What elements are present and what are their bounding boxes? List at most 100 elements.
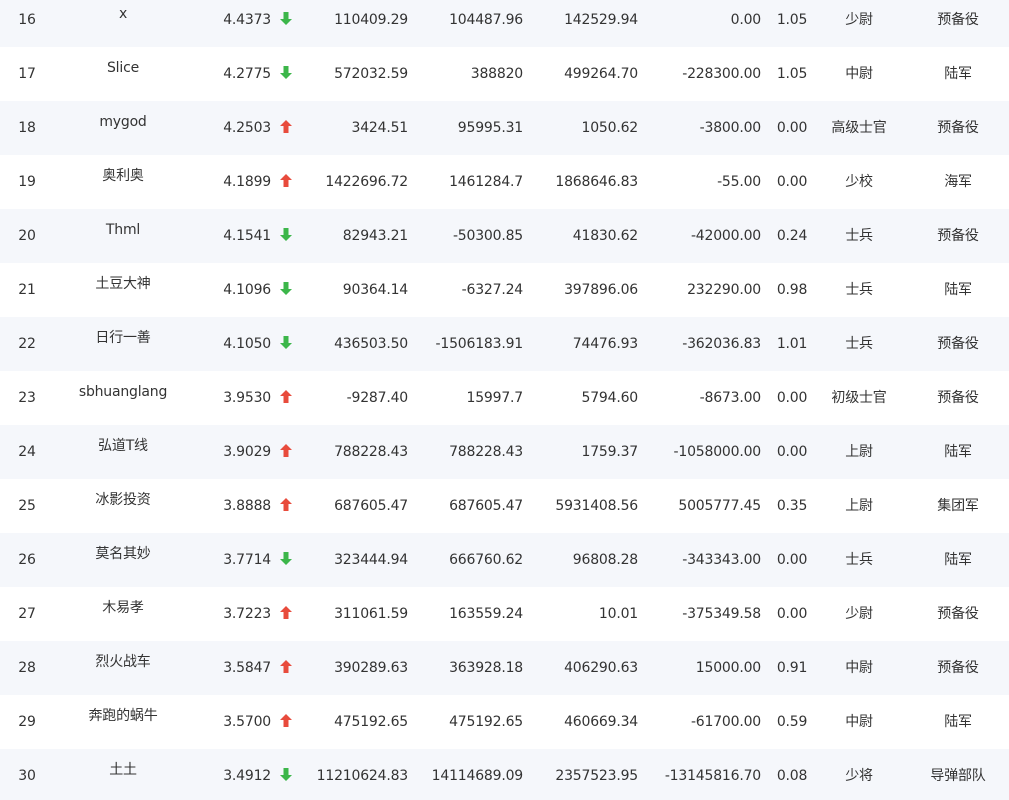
value-1-cell: 323444.94 — [334, 552, 408, 568]
military-rank-cell: 上尉 — [845, 498, 873, 514]
name-cell[interactable]: 冰影投资 — [52, 479, 194, 533]
military-rank-cell: 士兵 — [845, 552, 873, 568]
arrow-down-icon — [279, 47, 293, 101]
name-cell[interactable]: x — [52, 0, 194, 47]
value-2-cell: 1461284.7 — [449, 174, 523, 190]
value-2-cell: -6327.24 — [461, 282, 524, 298]
army-cell: 预备役 — [937, 390, 979, 406]
value-4-cell: -1058000.00 — [673, 444, 762, 460]
arrow-down-icon — [279, 0, 293, 47]
army-cell: 预备役 — [937, 336, 979, 352]
value-1-cell: 572032.59 — [334, 66, 408, 82]
ratio-cell: 0.35 — [776, 498, 808, 514]
value-2-cell: 788228.43 — [449, 444, 523, 460]
value-4-cell: -42000.00 — [690, 228, 761, 244]
ratio-cell: 0.00 — [776, 120, 808, 136]
rank-cell: 27 — [18, 606, 36, 622]
value-3-cell: 5931408.56 — [555, 498, 638, 514]
table-row: 24 弘道T线 3.9029 788228.43 788228.43 1759.37 -10… — [0, 425, 1009, 479]
value-2-cell: 388820 — [470, 66, 523, 82]
value-1-cell: 311061.59 — [334, 606, 408, 622]
name-cell[interactable]: 烈火战车 — [52, 641, 194, 695]
value-4-cell: -55.00 — [717, 174, 761, 190]
value-3-cell: 1759.37 — [581, 444, 639, 460]
name-cell[interactable]: 日行一善 — [52, 317, 194, 371]
ranking-table: 16 x 4.4373 110409.29 104487.96 142529.94 0.00… — [0, 0, 1009, 800]
army-cell: 集团军 — [937, 498, 979, 514]
score-cell: 4.1050 — [223, 336, 271, 352]
value-2-cell: -50300.85 — [452, 228, 523, 244]
military-rank-cell: 中尉 — [845, 66, 873, 82]
name-cell[interactable]: 莫名其妙 — [52, 533, 194, 587]
ratio-cell: 0.00 — [776, 174, 808, 190]
army-cell: 预备役 — [937, 120, 979, 136]
rank-cell: 26 — [18, 552, 36, 568]
rank-cell: 28 — [18, 660, 36, 676]
name-cell[interactable]: 奥利奥 — [52, 155, 194, 209]
ratio-cell: 1.05 — [776, 12, 808, 28]
ratio-cell: 0.91 — [776, 660, 808, 676]
score-cell: 3.4912 — [223, 768, 271, 784]
value-3-cell: 397896.06 — [564, 282, 638, 298]
arrow-down-icon — [279, 533, 293, 587]
table-row: 23 sbhuanglang 3.9530 -9287.40 15997.7 5794.6… — [0, 371, 1009, 425]
name-cell[interactable]: 木易孝 — [52, 587, 194, 641]
army-cell: 陆军 — [944, 552, 972, 568]
value-1-cell: 3424.51 — [351, 120, 409, 136]
arrow-up-icon — [279, 641, 293, 695]
name-cell[interactable]: Slice — [52, 47, 194, 101]
name-cell[interactable]: 弘道T线 — [52, 425, 194, 479]
arrow-up-icon — [279, 695, 293, 749]
value-2-cell: 475192.65 — [449, 714, 523, 730]
rank-cell: 30 — [18, 768, 36, 784]
value-3-cell: 96808.28 — [572, 552, 638, 568]
value-2-cell: 14114689.09 — [431, 768, 524, 784]
rank-cell: 23 — [18, 390, 36, 406]
value-4-cell: 5005777.45 — [678, 498, 761, 514]
name-cell[interactable]: sbhuanglang — [52, 371, 194, 425]
value-3-cell: 142529.94 — [564, 12, 638, 28]
military-rank-cell: 中尉 — [845, 714, 873, 730]
ratio-cell: 0.24 — [776, 228, 808, 244]
value-1-cell: 436503.50 — [334, 336, 408, 352]
rank-cell: 22 — [18, 336, 36, 352]
table-row: 22 日行一善 4.1050 436503.50 -1506183.91 74476.93… — [0, 317, 1009, 371]
value-1-cell: 788228.43 — [334, 444, 408, 460]
score-cell: 4.2775 — [223, 66, 271, 82]
table-row: 30 土土 3.4912 11210624.83 14114689.09 2357523.… — [0, 749, 1009, 800]
score-cell: 3.8888 — [223, 498, 271, 514]
value-2-cell: 666760.62 — [449, 552, 523, 568]
military-rank-cell: 高级士官 — [831, 120, 887, 136]
ratio-cell: 1.05 — [776, 66, 808, 82]
table-row: 26 莫名其妙 3.7714 323444.94 666760.62 96808.28 -3… — [0, 533, 1009, 587]
table-row: 25 冰影投资 3.8888 687605.47 687605.47 5931408.56… — [0, 479, 1009, 533]
value-4-cell: 232290.00 — [687, 282, 761, 298]
rank-cell: 18 — [18, 120, 36, 136]
ratio-cell: 0.00 — [776, 606, 808, 622]
army-cell: 陆军 — [944, 282, 972, 298]
arrow-down-icon — [279, 209, 293, 263]
ratio-cell: 1.01 — [776, 336, 808, 352]
value-3-cell: 5794.60 — [581, 390, 639, 406]
score-cell: 4.4373 — [223, 12, 271, 28]
table-row: 28 烈火战车 3.5847 390289.63 363928.18 406290.63 1… — [0, 641, 1009, 695]
score-cell: 4.2503 — [223, 120, 271, 136]
score-cell: 3.9530 — [223, 390, 271, 406]
value-2-cell: 363928.18 — [449, 660, 523, 676]
army-cell: 预备役 — [937, 228, 979, 244]
value-4-cell: -13145816.70 — [664, 768, 761, 784]
name-cell[interactable]: Thml — [52, 209, 194, 263]
name-cell[interactable]: mygod — [52, 101, 194, 155]
table-row: 29 奔跑的蜗牛 3.5700 475192.65 475192.65 460669.34… — [0, 695, 1009, 749]
rank-cell: 17 — [18, 66, 36, 82]
name-cell[interactable]: 奔跑的蜗牛 — [52, 695, 194, 749]
ratio-cell: 0.59 — [776, 714, 808, 730]
military-rank-cell: 中尉 — [845, 660, 873, 676]
arrow-up-icon — [279, 425, 293, 479]
name-cell[interactable]: 土土 — [52, 749, 194, 800]
name-cell[interactable]: 土豆大神 — [52, 263, 194, 317]
rank-cell: 29 — [18, 714, 36, 730]
army-cell: 陆军 — [944, 714, 972, 730]
value-1-cell: 90364.14 — [342, 282, 408, 298]
value-1-cell: 11210624.83 — [316, 768, 409, 784]
